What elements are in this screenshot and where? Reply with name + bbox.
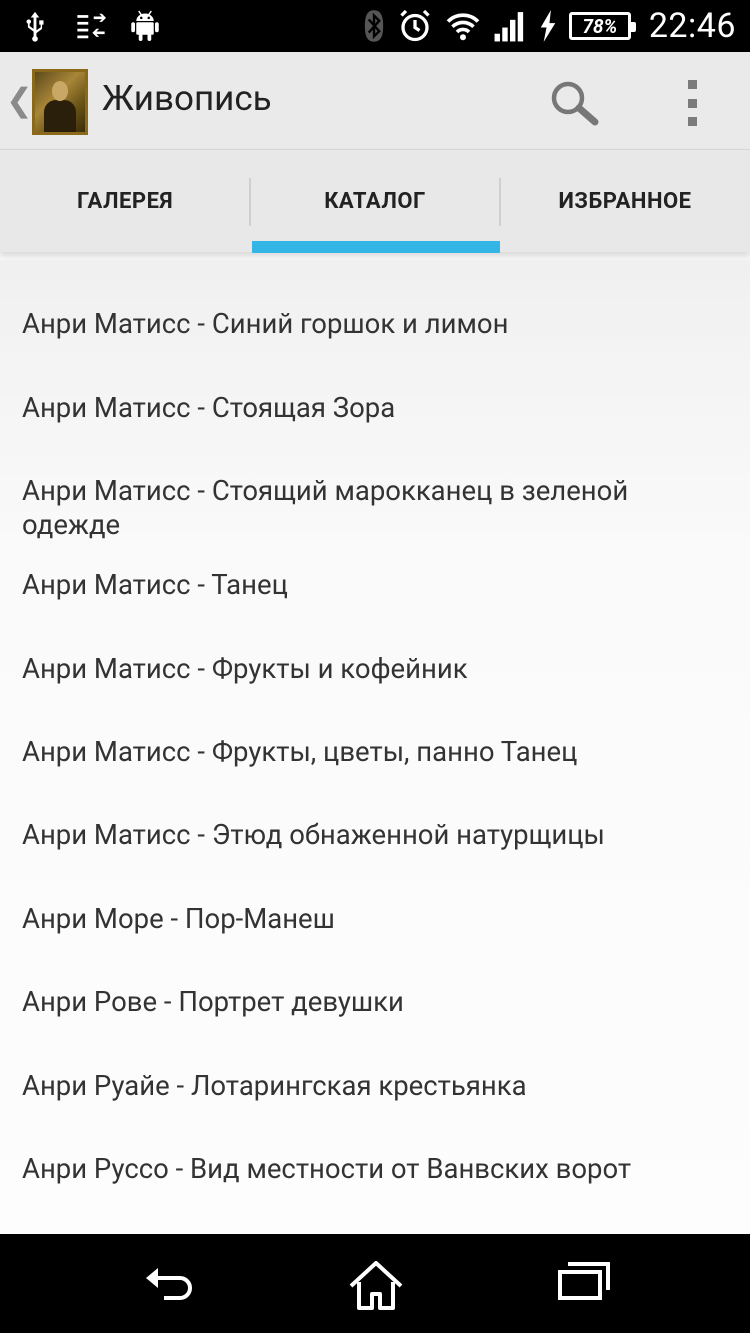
tab-favorites[interactable]: ИЗБРАННОЕ — [500, 150, 750, 253]
recent-apps-icon[interactable] — [556, 1258, 612, 1302]
bluetooth-icon — [363, 9, 385, 43]
back-chevron-icon[interactable]: ❮ — [6, 82, 33, 118]
list-item[interactable]: Анри Матисс - Фрукты, цветы, панно Танец — [22, 735, 722, 769]
search-icon[interactable] — [548, 79, 600, 127]
overflow-menu-icon[interactable] — [684, 80, 700, 126]
action-bar: ❮ Живопись — [0, 52, 750, 149]
status-bar: 78% 22:46 — [0, 0, 750, 52]
app-logo-icon[interactable] — [32, 69, 88, 135]
list-item[interactable]: Анри Рове - Портрет девушки — [22, 985, 722, 1019]
list-item[interactable]: Анри Матисс - Танец — [22, 568, 722, 602]
signal-icon — [493, 10, 527, 42]
usb-icon — [18, 9, 52, 43]
charging-icon — [539, 10, 557, 42]
list-item[interactable]: Анри Матисс - Стоящая Зора — [22, 391, 722, 425]
selected-tab-indicator — [252, 241, 500, 253]
home-icon[interactable] — [347, 1258, 405, 1312]
clock: 22:46 — [648, 6, 736, 46]
app-title: Живопись — [102, 78, 272, 119]
back-icon[interactable] — [140, 1258, 196, 1308]
navigation-bar — [0, 1234, 750, 1333]
list-item[interactable]: Анри Руайе - Лотарингская крестьянка — [22, 1069, 722, 1103]
tab-catalog[interactable]: КАТАЛОГ — [250, 150, 500, 253]
battery-level: 78% — [582, 14, 618, 38]
list-item[interactable]: Анри Матисс - Фрукты и кофейник — [22, 652, 722, 686]
battery-icon: 78% — [568, 12, 636, 40]
android-icon — [130, 9, 160, 43]
alarm-icon — [397, 8, 433, 44]
catalog-list[interactable]: Анри Матисс - Синий горшок и лимон Анри … — [0, 260, 750, 1234]
list-item[interactable]: Анри Матисс - Стоящий марокканец в зелен… — [22, 474, 722, 542]
wifi-icon — [445, 10, 481, 42]
list-item[interactable]: Анри Море - Пор-Манеш — [22, 902, 722, 936]
tab-gallery[interactable]: ГАЛЕРЕЯ — [0, 150, 250, 253]
list-item[interactable]: Анри Руссо - Вид местности от Ванвских в… — [22, 1152, 722, 1186]
tab-bar: ГАЛЕРЕЯ КАТАЛОГ ИЗБРАННОЕ — [0, 149, 750, 253]
list-item[interactable]: Анри Матисс - Синий горшок и лимон — [22, 307, 722, 341]
data-transfer-icon — [74, 11, 108, 41]
list-item[interactable]: Анри Матисс - Этюд обнаженной натурщицы — [22, 818, 722, 852]
